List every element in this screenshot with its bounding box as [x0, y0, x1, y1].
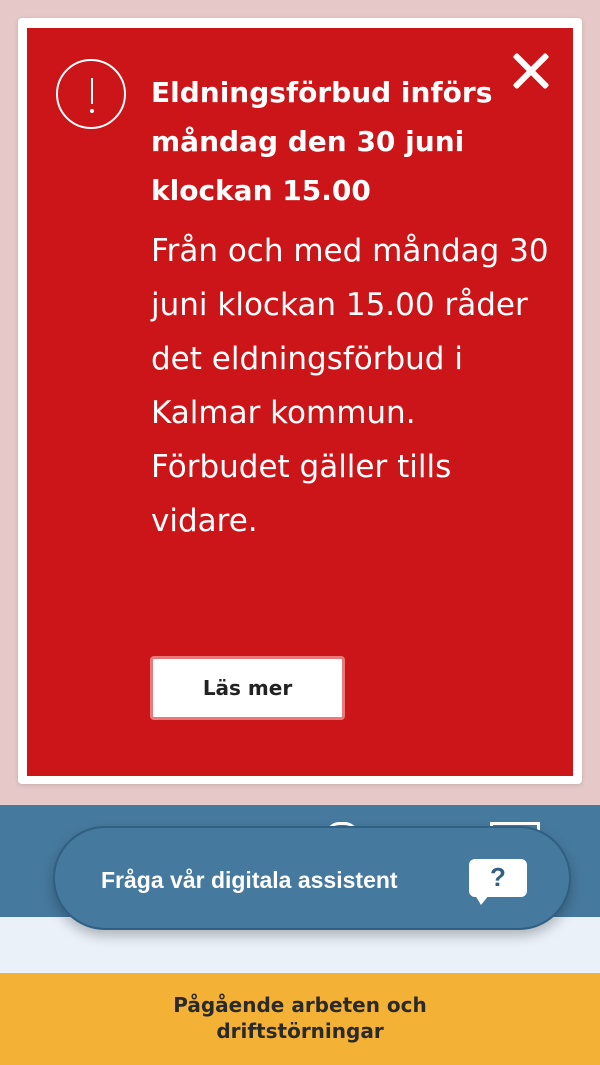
read-more-button[interactable]: Läs mer — [150, 656, 345, 720]
ongoing-works-banner[interactable]: Pågående arbeten och driftstörningar — [0, 973, 600, 1065]
ongoing-works-label: Pågående arbeten och driftstörningar — [173, 993, 427, 1043]
exclamation-circle-icon — [56, 59, 126, 129]
digital-assistant-button[interactable]: Fråga vår digitala assistent ? — [53, 826, 571, 930]
alert-body: Från och med måndag 30 juni klockan 15.0… — [151, 233, 549, 539]
alert-title: Eldningsförbud införs måndag den 30 juni… — [151, 76, 493, 207]
digital-assistant-label: Fråga vår digitala assistent — [101, 867, 398, 893]
chat-question-icon: ? — [469, 859, 527, 905]
